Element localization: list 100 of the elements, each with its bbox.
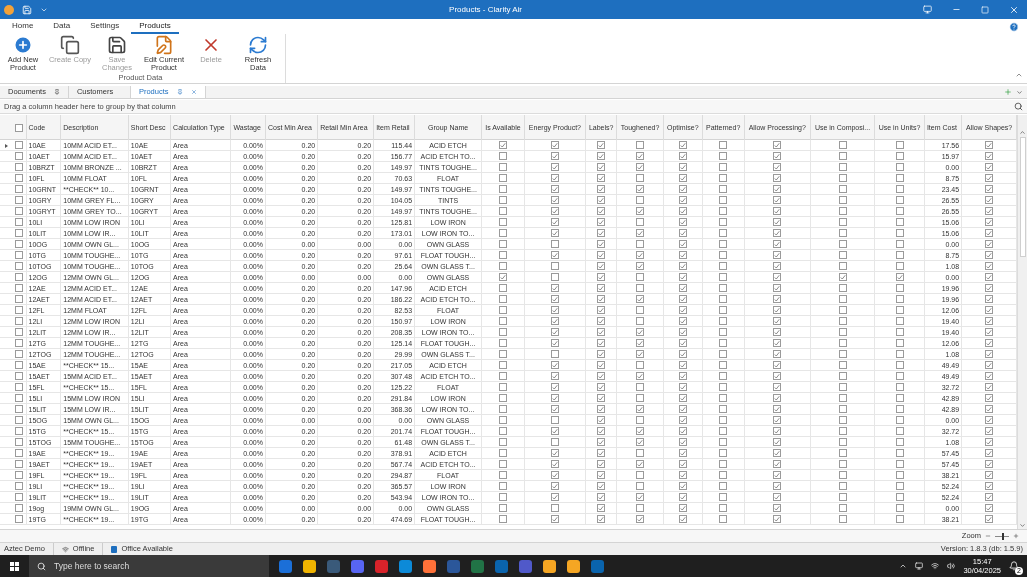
- checkbox[interactable]: [550, 240, 559, 248]
- checkbox[interactable]: [597, 163, 606, 171]
- checkbox[interactable]: [14, 482, 23, 490]
- checkbox[interactable]: [985, 416, 994, 424]
- checkbox[interactable]: [895, 394, 904, 402]
- checkbox[interactable]: [499, 350, 507, 358]
- checkbox[interactable]: [499, 251, 507, 259]
- checkbox[interactable]: [499, 339, 507, 347]
- checkbox[interactable]: [895, 416, 904, 424]
- checkbox[interactable]: [838, 141, 847, 149]
- checkbox[interactable]: [14, 163, 23, 171]
- checkbox[interactable]: [773, 306, 782, 314]
- checkbox[interactable]: [14, 339, 23, 347]
- checkbox[interactable]: [773, 438, 782, 446]
- checkbox[interactable]: [499, 152, 507, 160]
- checkbox[interactable]: [636, 207, 645, 215]
- checkbox[interactable]: [838, 394, 847, 402]
- checkbox[interactable]: [985, 504, 994, 512]
- checkbox[interactable]: [597, 306, 606, 314]
- checkbox[interactable]: [773, 229, 782, 237]
- checkbox[interactable]: [719, 207, 728, 215]
- ribbon-tab[interactable]: Data: [45, 19, 79, 34]
- checkbox[interactable]: [719, 306, 728, 314]
- checkbox[interactable]: [597, 218, 606, 226]
- checkbox[interactable]: [14, 493, 23, 501]
- checkbox[interactable]: [985, 163, 994, 171]
- checkbox[interactable]: [895, 427, 904, 435]
- checkbox[interactable]: [14, 306, 23, 314]
- checkbox[interactable]: [719, 185, 728, 193]
- app-icon[interactable]: [399, 559, 412, 573]
- checkbox[interactable]: [985, 372, 994, 380]
- checkbox[interactable]: [773, 493, 782, 501]
- zoom-in-icon[interactable]: [1013, 533, 1019, 539]
- checkbox[interactable]: [636, 196, 645, 204]
- checkbox[interactable]: [985, 449, 994, 457]
- checkbox[interactable]: [14, 141, 23, 149]
- checkbox[interactable]: [838, 306, 847, 314]
- checkbox[interactable]: [895, 174, 904, 182]
- checkbox[interactable]: [636, 383, 645, 391]
- checkbox[interactable]: [678, 141, 687, 149]
- checkbox[interactable]: [550, 427, 559, 435]
- checkbox[interactable]: [678, 196, 687, 204]
- checkbox[interactable]: [14, 317, 23, 325]
- checkbox[interactable]: [14, 152, 23, 160]
- checkbox[interactable]: [895, 262, 904, 270]
- checkbox[interactable]: [985, 493, 994, 501]
- checkbox[interactable]: [499, 471, 507, 479]
- checkbox[interactable]: [838, 504, 847, 512]
- checkbox[interactable]: [678, 273, 687, 281]
- checkbox[interactable]: [678, 207, 687, 215]
- checkbox[interactable]: [499, 306, 507, 314]
- checkbox[interactable]: [773, 504, 782, 512]
- checkbox[interactable]: [838, 372, 847, 380]
- checkbox[interactable]: [773, 350, 782, 358]
- checkbox[interactable]: [14, 240, 23, 248]
- checkbox[interactable]: [773, 262, 782, 270]
- checkbox[interactable]: [499, 317, 507, 325]
- checkbox[interactable]: [895, 383, 904, 391]
- checkbox[interactable]: [597, 438, 606, 446]
- checkbox[interactable]: [838, 163, 847, 171]
- checkbox[interactable]: [838, 262, 847, 270]
- checkbox[interactable]: [985, 515, 994, 523]
- checkbox[interactable]: [14, 350, 23, 358]
- checkbox[interactable]: [838, 383, 847, 391]
- save-icon[interactable]: [22, 4, 32, 15]
- checkbox[interactable]: [895, 306, 904, 314]
- checkbox[interactable]: [985, 196, 994, 204]
- checkbox[interactable]: [895, 438, 904, 446]
- checkbox[interactable]: [985, 306, 994, 314]
- checkbox[interactable]: [838, 515, 847, 523]
- checkbox[interactable]: [773, 317, 782, 325]
- checkbox[interactable]: [550, 471, 559, 479]
- checkbox[interactable]: [719, 482, 728, 490]
- checkbox[interactable]: [719, 416, 728, 424]
- checkbox[interactable]: [838, 328, 847, 336]
- checkbox[interactable]: [597, 229, 606, 237]
- checkbox[interactable]: [719, 218, 728, 226]
- checkbox[interactable]: [678, 372, 687, 380]
- checkbox[interactable]: [14, 394, 23, 402]
- checkbox[interactable]: [597, 262, 606, 270]
- checkbox[interactable]: [499, 273, 507, 281]
- zoom-out-icon[interactable]: [985, 533, 991, 539]
- checkbox[interactable]: [550, 372, 559, 380]
- checkbox[interactable]: [597, 515, 606, 523]
- checkbox[interactable]: [550, 504, 559, 512]
- checkbox[interactable]: [895, 196, 904, 204]
- checkbox[interactable]: [719, 174, 728, 182]
- checkbox[interactable]: [14, 427, 23, 435]
- checkbox[interactable]: [678, 394, 687, 402]
- checkbox[interactable]: [550, 152, 559, 160]
- help-icon[interactable]: [1009, 22, 1019, 32]
- checkbox[interactable]: [597, 152, 606, 160]
- checkbox[interactable]: [597, 372, 606, 380]
- checkbox[interactable]: [499, 449, 507, 457]
- checkbox[interactable]: [773, 372, 782, 380]
- checkbox[interactable]: [678, 262, 687, 270]
- checkbox[interactable]: [719, 163, 728, 171]
- checkbox[interactable]: [678, 218, 687, 226]
- checkbox[interactable]: [773, 471, 782, 479]
- checkbox[interactable]: [636, 504, 645, 512]
